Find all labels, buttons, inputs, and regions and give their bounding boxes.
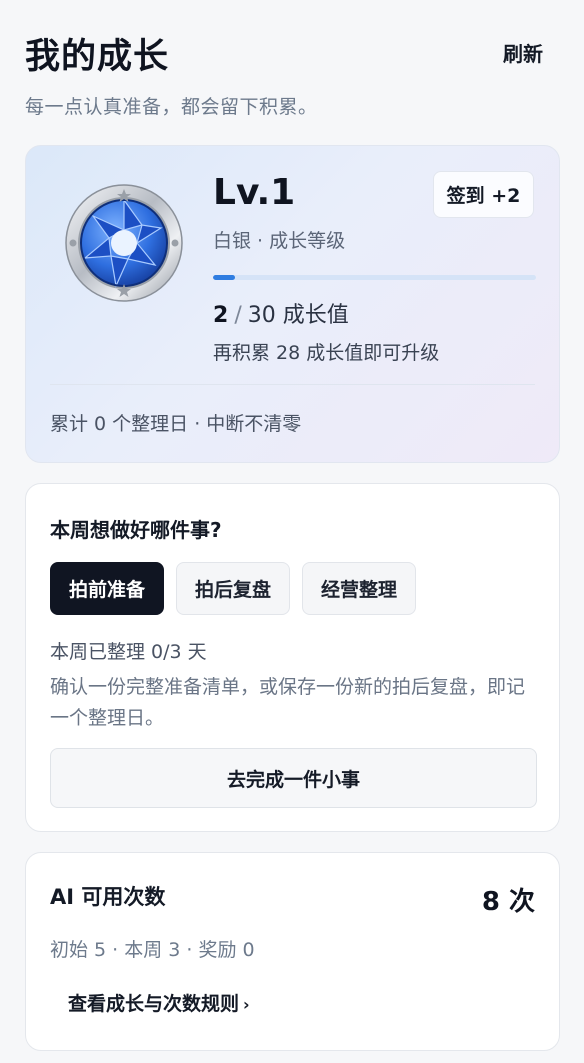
ai-breakdown: 初始 5 · 本周 3 · 奖励 0 <box>50 939 255 961</box>
growth-value: 2/30 成长值 <box>213 297 349 329</box>
rules-link[interactable]: 查看成长与次数规则 › <box>68 989 250 1016</box>
growth-current: 2 <box>213 303 229 328</box>
camera-aperture-icon <box>64 183 184 303</box>
task-title: 本周想做好哪件事? <box>50 518 222 542</box>
growth-progress-fill <box>213 275 235 280</box>
tab-pre-shoot[interactable]: 拍前准备 <box>50 562 165 615</box>
complete-task-button[interactable]: 去完成一件小事 <box>50 748 537 808</box>
growth-target: 30 成长值 <box>247 303 349 328</box>
cumulative-days: 累计 0 个整理日 · 中断不清零 <box>50 413 302 435</box>
growth-page: 我的成长 刷新 每一点认真准备，都会留下积累。 Lv.1 签到 +2 白银 · … <box>0 0 584 1063</box>
page-subtitle: 每一点认真准备，都会留下积累。 <box>25 96 318 118</box>
level-title: Lv.1 <box>213 172 296 213</box>
header: 我的成长 刷新 <box>25 28 559 77</box>
growth-separator: / <box>234 303 242 328</box>
task-tabs: 拍前准备 拍后复盘 经营整理 <box>50 562 417 615</box>
upgrade-hint: 再积累 28 成长值即可升级 <box>213 342 440 364</box>
growth-progress-bar <box>213 275 536 280</box>
task-description: 确认一份完整准备清单，或保存一份新的拍后复盘，即记一个整理日。 <box>50 676 526 729</box>
tab-business[interactable]: 经营整理 <box>302 562 417 615</box>
divider <box>50 384 535 385</box>
level-card: Lv.1 签到 +2 白银 · 成长等级 2/30 成长值 再积累 28 成长值… <box>25 145 560 463</box>
tab-post-review[interactable]: 拍后复盘 <box>176 562 291 615</box>
refresh-button[interactable]: 刷新 <box>503 38 543 67</box>
weekly-task-card: 本周想做好哪件事? 拍前准备 拍后复盘 经营整理 本周已整理 0/3 天 确认一… <box>25 483 560 832</box>
chevron-right-icon: › <box>243 995 250 1014</box>
ai-title: AI 可用次数 <box>50 885 166 909</box>
level-rank: 白银 · 成长等级 <box>213 230 346 252</box>
checkin-button[interactable]: 签到 +2 <box>433 171 534 218</box>
ai-quota-card: AI 可用次数 8 次 初始 5 · 本周 3 · 奖励 0 查看成长与次数规则… <box>25 852 560 1051</box>
page-title: 我的成长 <box>25 37 170 77</box>
rules-link-label: 查看成长与次数规则 <box>68 993 240 1015</box>
ai-count: 8 次 <box>481 887 535 917</box>
week-count: 本周已整理 0/3 天 <box>50 641 207 663</box>
